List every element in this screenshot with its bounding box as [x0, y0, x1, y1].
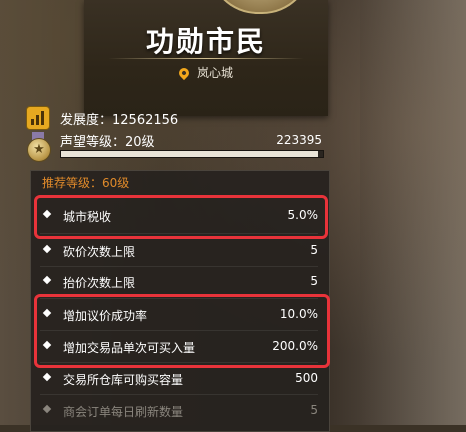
diamond-bullet-icon [42, 275, 52, 285]
background-scene-blur [360, 0, 466, 425]
benefit-label: 交易所仓库可购买容量 [63, 373, 184, 387]
reputation-progress-fill [61, 151, 318, 157]
title-divider [108, 58, 304, 59]
benefit-label: 商会订单每日刷新数量 [63, 405, 184, 419]
benefit-value: 5 [310, 243, 318, 257]
city-name: 岚心城 [196, 66, 233, 80]
benefit-value: 500 [295, 371, 318, 385]
recommend-level: 推荐等级：60级 [42, 176, 130, 190]
reputation-points: 223395 [276, 133, 322, 147]
bar-chart-icon [26, 106, 50, 130]
reputation-label: 声望等级：20级 [60, 135, 155, 150]
benefit-value: 5 [310, 403, 318, 417]
medal-icon: ★ [26, 132, 51, 162]
highlight-box-tax [34, 195, 328, 239]
city-location: 岚心城 [84, 64, 328, 81]
page-title: 功勋市民 [145, 25, 266, 58]
diamond-bullet-icon [42, 372, 52, 382]
benefit-label: 砍价次数上限 [63, 245, 136, 259]
development-label: 发展度：12562156 [60, 113, 179, 128]
location-pin-icon [176, 65, 192, 80]
diamond-bullet-icon [42, 244, 52, 254]
diamond-bullet-icon [42, 404, 52, 414]
highlight-box-trade-bonus [34, 294, 330, 368]
benefit-row-bargain: 砍价次数上限 5 [30, 235, 328, 267]
benefit-row-orders: 商会订单每日刷新数量 5 [30, 395, 328, 427]
banner-emblem [208, 0, 312, 14]
benefit-label: 抬价次数上限 [63, 276, 136, 290]
benefit-value: 5 [310, 274, 318, 288]
reputation-progress-bar [60, 150, 324, 158]
